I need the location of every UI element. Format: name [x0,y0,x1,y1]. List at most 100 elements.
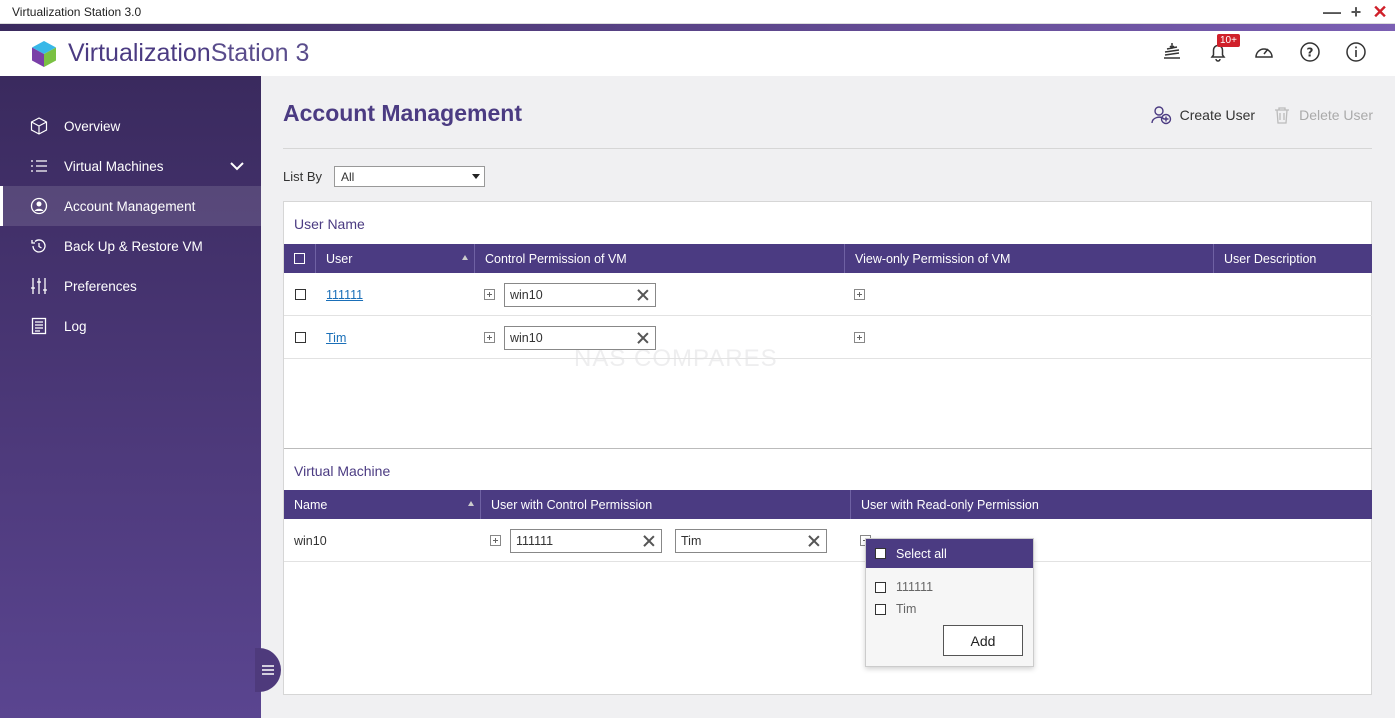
popup-option[interactable]: 111111 [866,576,1033,598]
window-title: Virtualization Station 3.0 [12,4,142,19]
column-label: User with Read-only Permission [861,497,1039,512]
control-vm-cell: win10 [504,273,656,316]
sidebar-item-account-management[interactable]: Account Management [0,186,261,226]
sliders-icon [30,277,48,295]
speedometer-icon[interactable] [1253,41,1275,63]
column-read-only-users: User with Read-only Permission [851,490,1372,519]
section-divider [284,448,1372,449]
select-all-label: Select all [896,546,947,561]
control-user-cell: Tim [675,519,827,562]
sidebar: Overview Virtual Machines Account Manage… [0,76,261,718]
sidebar-item-label: Preferences [64,278,137,294]
plus-box-icon [484,289,495,300]
table-row: Tim win10 [284,316,1372,359]
add-view-only-vm-button[interactable] [854,316,865,359]
user-link[interactable]: 111111 [326,288,363,302]
row-select-cell [295,316,306,359]
sidebar-item-label: Back Up & Restore VM [64,238,203,254]
column-user[interactable]: User [316,244,475,273]
column-label: View-only Permission of VM [855,251,1011,266]
minimize-icon[interactable]: — [1323,2,1341,22]
backup-icon [30,237,48,255]
column-control-permission: Control Permission of VM [475,244,845,273]
add-control-vm-button[interactable] [484,273,495,316]
chevron-down-icon [472,174,481,179]
user-tag-label: 111111 [516,533,554,548]
sidebar-item-preferences[interactable]: Preferences [0,266,261,306]
chevron-down-icon[interactable] [229,158,245,174]
user-circle-icon [30,197,48,215]
notification-bell[interactable]: 10+ [1207,34,1240,63]
header-icons: 10+ ? [1161,34,1367,63]
add-user-popup: Select all 111111 Tim Add [865,538,1034,667]
close-icon[interactable]: ✕ [1371,2,1389,22]
window-title-bar: Virtualization Station 3.0 — + ✕ [0,0,1395,24]
control-vm-cell: win10 [504,316,656,359]
users-section-title: User Name [294,216,365,232]
remove-x-icon[interactable] [637,332,649,344]
task-stack-icon[interactable] [1161,41,1183,63]
sidebar-item-label: Log [64,318,87,334]
popup-option[interactable]: Tim [866,598,1033,620]
option-checkbox[interactable] [875,581,886,593]
user-cell: Tim [326,316,346,359]
sort-asc-icon [462,255,468,260]
option-checkbox[interactable] [875,603,886,615]
column-name[interactable]: Name [284,490,481,519]
create-user-button[interactable]: Create User [1150,104,1255,126]
list-icon [30,157,48,175]
remove-x-icon[interactable] [637,289,649,301]
list-by-value: All [341,169,355,184]
row-checkbox[interactable] [295,289,306,300]
brand-name-bold: Virtualization [68,39,211,67]
add-button[interactable]: Add [943,625,1023,656]
notification-badge: 10+ [1217,34,1240,47]
user-link[interactable]: Tim [326,331,346,345]
log-icon [30,317,48,335]
add-view-only-vm-button[interactable] [854,273,865,316]
plus-box-icon [484,332,495,343]
table-row: win10 111111 Tim [284,519,1372,562]
row-select-cell [295,273,306,316]
sidebar-item-virtual-machines[interactable]: Virtual Machines [0,146,261,186]
svg-text:?: ? [1307,46,1314,60]
user-tag-label: Tim [681,533,702,548]
sidebar-item-log[interactable]: Log [0,306,261,346]
vm-table-header: Name User with Control Permission User w… [284,490,1372,519]
remove-x-icon[interactable] [643,535,655,547]
vm-name-cell: win10 [294,533,327,548]
sidebar-item-label: Virtual Machines [64,158,164,174]
info-icon[interactable] [1345,41,1367,63]
accent-stripe [0,24,1395,31]
vm-tag: win10 [504,282,656,307]
help-icon[interactable]: ? [1299,41,1321,63]
vm-section-title: Virtual Machine [294,463,391,479]
remove-x-icon[interactable] [808,535,820,547]
main-content: Account Management Create User Delete Us… [261,76,1395,718]
select-all-checkbox[interactable] [875,548,886,559]
sidebar-item-backup-restore[interactable]: Back Up & Restore VM [0,226,261,266]
user-cell: 111111 [326,273,363,316]
maximize-icon[interactable]: + [1347,2,1365,22]
column-label: User with Control Permission [491,497,653,512]
account-panel: NAS COMPARES User Name User Control Perm… [283,201,1372,695]
sidebar-item-label: Overview [64,118,121,134]
add-control-vm-button[interactable] [484,316,495,359]
list-by-label: List By [283,169,323,184]
vm-tag-label: win10 [510,287,543,302]
select-all-users-checkbox[interactable] [294,253,305,264]
trash-icon [1275,107,1290,124]
title-divider [283,148,1372,149]
row-checkbox[interactable] [295,332,306,343]
column-label: Control Permission of VM [485,251,627,266]
control-user-cell: 111111 [510,519,662,562]
list-by-select[interactable]: All [334,166,486,187]
add-control-user-button[interactable] [490,519,501,562]
popup-select-all[interactable]: Select all [866,539,1033,568]
option-label: 111111 [896,580,934,594]
sidebar-item-overview[interactable]: Overview [0,106,261,146]
delete-user-button[interactable]: Delete User [1273,106,1373,124]
option-label: Tim [896,602,917,616]
user-tag: 111111 [510,528,662,553]
column-user-description: User Description [1214,244,1372,273]
